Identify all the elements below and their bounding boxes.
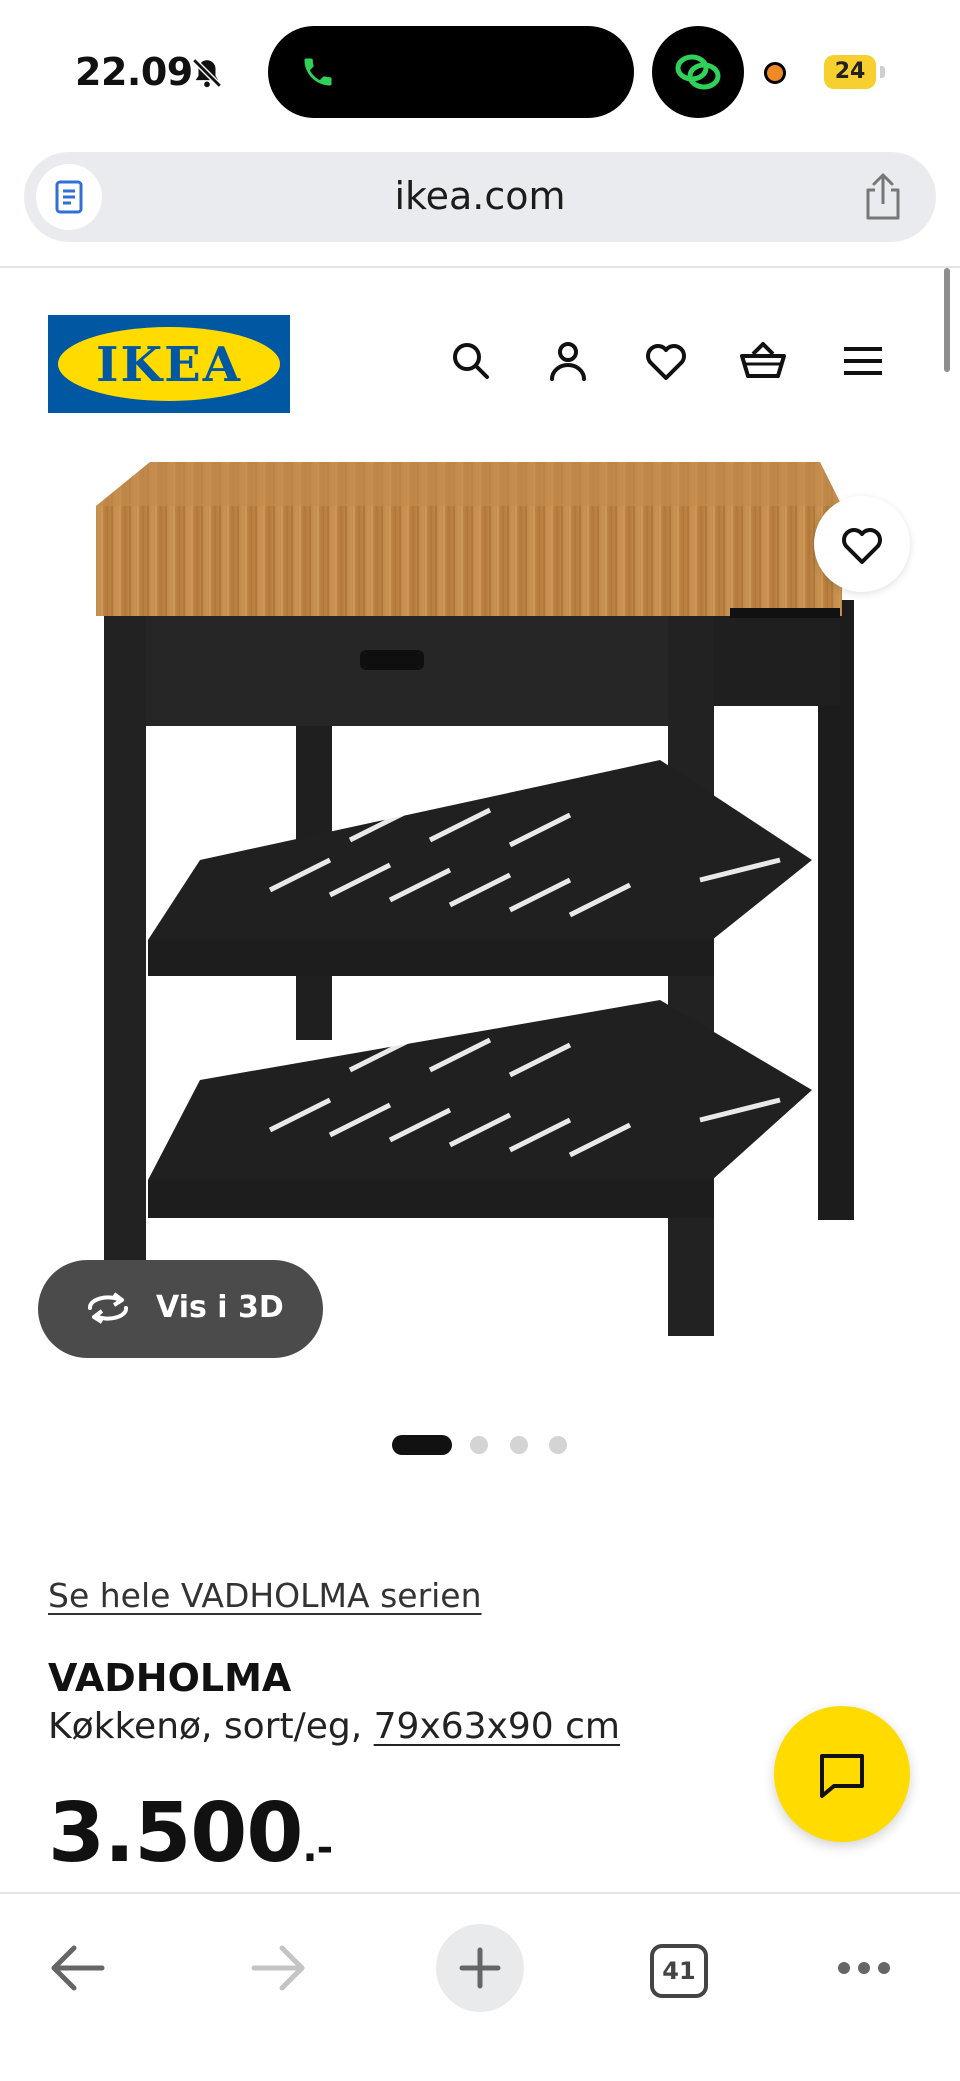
view-3d-label: Vis i 3D	[156, 1290, 284, 1325]
ikea-logo[interactable]: IKEA	[48, 315, 290, 413]
phone-icon	[304, 58, 332, 86]
dynamic-island[interactable]	[268, 26, 634, 118]
account-icon[interactable]	[543, 336, 593, 386]
price-value: 3.500	[48, 1786, 303, 1881]
battery-tip	[880, 66, 885, 78]
search-icon[interactable]	[446, 336, 496, 386]
recording-dot-icon	[764, 62, 786, 84]
product-description: Køkkenø, sort/eg, 79x63x90 cm	[48, 1706, 620, 1747]
view-3d-button[interactable]: Vis i 3D	[38, 1260, 323, 1358]
series-link[interactable]: Se hele VADHOLMA serien	[48, 1576, 482, 1615]
forward-arrow-icon[interactable]	[248, 1940, 308, 1996]
product-type: Køkkenø, sort/eg,	[48, 1706, 374, 1747]
divider	[0, 266, 960, 268]
browser-toolbar: 41	[0, 1892, 960, 2081]
bell-muted-icon	[192, 58, 222, 88]
product-name: VADHOLMA	[48, 1656, 292, 1700]
url-text[interactable]: ikea.com	[24, 174, 936, 218]
share-icon[interactable]	[860, 172, 906, 222]
heart-icon[interactable]	[641, 336, 691, 386]
carousel-dot[interactable]	[510, 1436, 528, 1454]
tabs-button[interactable]: 41	[650, 1944, 708, 1998]
basket-icon[interactable]	[738, 336, 788, 386]
plus-icon	[459, 1947, 501, 1989]
chat-icon	[820, 1754, 864, 1798]
product-price: 3.500.-	[48, 1786, 333, 1881]
price-suffix: .-	[302, 1825, 333, 1871]
status-bar: 22.09 24	[0, 0, 960, 140]
product-image[interactable]	[0, 440, 960, 1400]
chain-link-icon[interactable]	[652, 26, 744, 118]
address-bar[interactable]: ikea.com	[24, 152, 936, 242]
menu-icon[interactable]	[838, 336, 888, 386]
back-arrow-icon[interactable]	[48, 1940, 108, 1996]
add-to-wishlist-button[interactable]	[814, 496, 910, 592]
carousel-dot[interactable]	[392, 1435, 452, 1455]
dimensions-link[interactable]: 79x63x90 cm	[374, 1706, 620, 1747]
chat-button[interactable]	[774, 1706, 910, 1842]
logo-wordmark: IKEA	[96, 337, 242, 393]
new-tab-button[interactable]	[436, 1924, 524, 2012]
battery-indicator: 24	[824, 55, 876, 89]
heart-icon	[842, 528, 882, 564]
rotate-3d-icon	[88, 1292, 128, 1324]
status-time: 22.09	[75, 50, 193, 94]
more-icon[interactable]	[836, 1958, 892, 1978]
carousel-dot[interactable]	[549, 1436, 567, 1454]
scrollbar[interactable]	[944, 268, 950, 372]
carousel-dot[interactable]	[470, 1436, 488, 1454]
